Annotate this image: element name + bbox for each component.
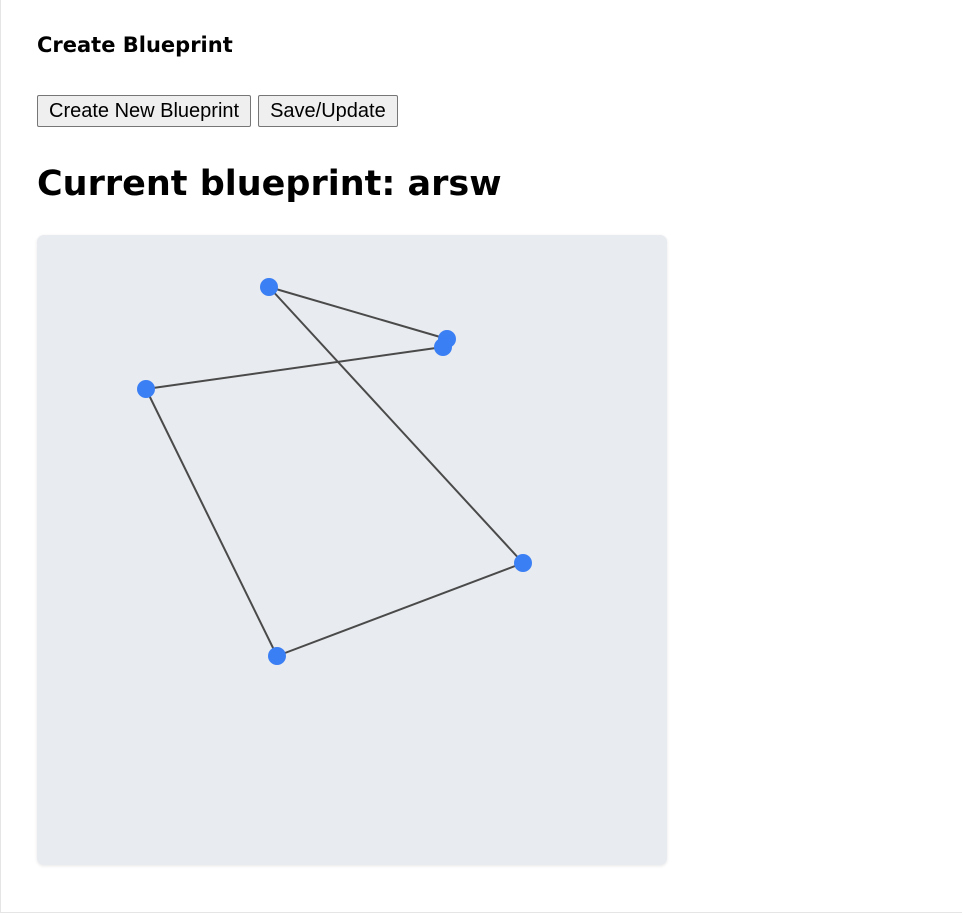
current-blueprint-name: arsw — [407, 164, 502, 204]
section-title: Create Blueprint — [37, 33, 233, 57]
toolbar: Create New Blueprint Save/Update — [37, 95, 398, 127]
blueprint-point[interactable] — [137, 380, 155, 398]
blueprint-segment — [145, 346, 444, 390]
blueprint-point[interactable] — [260, 278, 278, 296]
blueprint-segment — [145, 388, 278, 657]
blueprint-canvas[interactable] — [37, 235, 667, 865]
blueprint-segment — [268, 286, 448, 340]
save-update-button[interactable]: Save/Update — [258, 95, 398, 127]
blueprint-drawing[interactable] — [37, 235, 667, 865]
create-new-blueprint-button[interactable]: Create New Blueprint — [37, 95, 252, 127]
blueprint-point[interactable] — [514, 554, 532, 572]
current-blueprint-label: Current blueprint: — [37, 164, 408, 204]
blueprint-point[interactable] — [268, 647, 286, 665]
current-blueprint-heading: Current blueprint: arsw — [37, 162, 502, 206]
blueprint-segment — [268, 286, 524, 564]
blueprint-segment — [276, 562, 524, 657]
blueprint-point[interactable] — [434, 338, 452, 356]
